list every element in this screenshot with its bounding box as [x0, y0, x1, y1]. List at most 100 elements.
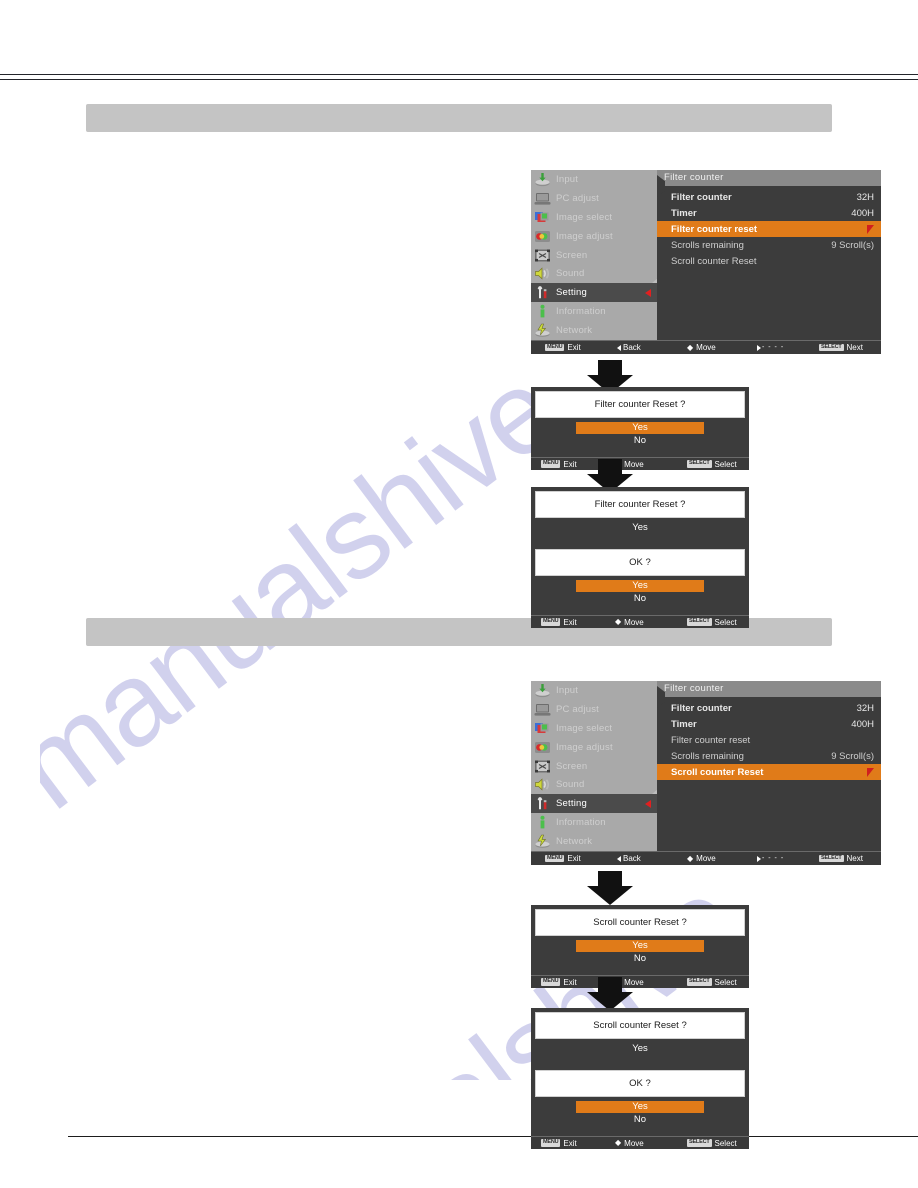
footer-exit[interactable]: MENU Exit [531, 343, 617, 352]
sidebar-item-label: Input [556, 173, 579, 185]
footer-exit-label: Exit [563, 617, 577, 627]
sidebar-item-pc-adjust[interactable]: PC adjust [531, 189, 657, 208]
panel-title: Filter counter [657, 681, 881, 697]
panel-rows[interactable]: Filter counter 32H Timer 400H Filter counter… [657, 186, 881, 269]
sidebar-item-image-select[interactable]: Image select [531, 719, 657, 738]
sidebar-item-image-adjust[interactable]: Image adjust [531, 738, 657, 757]
menu-row-scroll-counter-reset[interactable]: Scroll counter Reset [657, 764, 881, 780]
menu-sidebar[interactable]: Input PC adjust Image select Image adjust Sc… [531, 170, 658, 340]
dialog-option-no[interactable]: No [576, 593, 704, 605]
footer-back[interactable]: Back [617, 854, 687, 863]
menu-key-badge: MENU [545, 854, 565, 863]
dialog-scroll-counter-reset-confirm[interactable]: Scroll counter Reset ? Yes No MENU Exit … [531, 905, 749, 988]
sidebar-item-setting[interactable]: Setting [531, 283, 657, 303]
sidebar-item-pc-adjust[interactable]: PC adjust [531, 700, 657, 719]
dialog-options[interactable]: Yes No [535, 936, 745, 971]
arrow-left-icon [617, 855, 621, 862]
dialog-scroll-counter-reset-answered[interactable]: Scroll counter Reset ? Yes [531, 1008, 749, 1066]
sidebar-item-network[interactable]: Network [531, 321, 657, 340]
dialog-footer: MENU Exit ◆ Move SELECT Select [531, 1136, 749, 1149]
dialog-options[interactable]: Yes No [535, 576, 745, 611]
sidebar-item-screen[interactable]: Screen [531, 757, 657, 776]
dialog-filter-counter-reset-answered[interactable]: Filter counter Reset ? Yes [531, 487, 749, 545]
footer-move[interactable]: ◆ Move [687, 343, 757, 352]
sidebar-item-screen[interactable]: Screen [531, 246, 657, 265]
sidebar-item-label: Image adjust [556, 741, 613, 753]
sidebar-item-label: Image select [556, 211, 613, 223]
network-icon [534, 323, 551, 338]
sidebar-item-sound[interactable]: Sound [531, 264, 657, 283]
pc-adjust-icon [534, 702, 551, 717]
menu-key-badge: MENU [541, 978, 561, 986]
footer-move-label: Move [696, 343, 716, 352]
footer-exit-label: Exit [563, 1138, 577, 1148]
footer-move[interactable]: ◆ Move [615, 618, 687, 627]
arrow-updown-icon: ◆ [615, 1138, 622, 1147]
menu-row-timer[interactable]: Timer 400H [657, 716, 881, 732]
dialog-ok-confirm[interactable]: OK ? Yes No MENU Exit ◆ Move SELECT Sele… [531, 1066, 749, 1149]
menu-sidebar[interactable]: Input PC adjust Image select Image adjust Sc… [531, 681, 658, 851]
panel-rows[interactable]: Filter counter 32H Timer 400H Filter counter… [657, 697, 881, 780]
footer-move[interactable]: ◆ Move [615, 1139, 687, 1148]
footer-exit-label: Exit [567, 343, 581, 352]
dialog-options[interactable]: Yes No [535, 418, 745, 453]
menu-row-label: Filter counter reset [671, 734, 751, 746]
footer-exit[interactable]: MENU Exit [531, 618, 615, 627]
dialog-ok-confirm[interactable]: OK ? Yes No MENU Exit ◆ Move SELECT Sele… [531, 545, 749, 628]
footer-select[interactable]: SELECT Select [687, 618, 737, 627]
dialog-options[interactable]: Yes No [535, 1097, 745, 1132]
sidebar-item-image-adjust[interactable]: Image adjust [531, 227, 657, 246]
dialog-option-yes[interactable]: Yes [576, 422, 704, 434]
sidebar-item-input[interactable]: Input [531, 681, 657, 700]
dialog-option-yes[interactable]: Yes [576, 1101, 704, 1113]
sidebar-item-input[interactable]: Input [531, 170, 657, 189]
dialog-option-no[interactable]: No [576, 953, 704, 965]
menu-row-filter-counter[interactable]: Filter counter 32H [657, 189, 881, 205]
image-adjust-icon [534, 229, 551, 244]
select-key-badge: SELECT [687, 618, 712, 626]
sidebar-item-sound[interactable]: Sound [531, 775, 657, 794]
footer-next[interactable]: SELECT Next [819, 343, 863, 352]
dialog-option-yes[interactable]: Yes [576, 940, 704, 952]
dialog-footer: MENU Exit ◆ Move SELECT Select [531, 615, 749, 628]
sidebar-item-network[interactable]: Network [531, 832, 657, 851]
sidebar-item-information[interactable]: Information [531, 813, 657, 832]
footer-move[interactable]: ◆ Move [687, 854, 757, 863]
menu-row-filter-counter-reset[interactable]: Filter counter reset [657, 732, 881, 748]
sidebar-item-label: Screen [556, 249, 588, 261]
menu-row-timer[interactable]: Timer 400H [657, 205, 881, 221]
menu-row-scrolls-remaining[interactable]: Scrolls remaining 9 Scroll(s) [657, 237, 881, 253]
dialog-filter-counter-reset-confirm[interactable]: Filter counter Reset ? Yes No MENU Exit … [531, 387, 749, 470]
watermark-text: manualshive [40, 343, 581, 835]
footer-exit[interactable]: MENU Exit [531, 1139, 615, 1148]
menu-row-filter-counter[interactable]: Filter counter 32H [657, 700, 881, 716]
footer-exit-label: Exit [567, 854, 581, 863]
osd-menu-scroll-counter-reset[interactable]: Input PC adjust Image select Image adjust Sc… [531, 681, 881, 865]
footer-select[interactable]: SELECT Select [687, 978, 737, 987]
menu-row-scroll-counter-reset[interactable]: Scroll counter Reset [657, 253, 881, 269]
page-top-rule-secondary [0, 79, 918, 80]
menu-row-scrolls-remaining[interactable]: Scrolls remaining 9 Scroll(s) [657, 748, 881, 764]
select-key-badge: SELECT [687, 1139, 712, 1147]
footer-next-label: Next [846, 854, 863, 863]
footer-exit-label: Exit [563, 977, 577, 987]
dialog-option-no[interactable]: No [576, 435, 704, 447]
footer-select[interactable]: SELECT Select [687, 1139, 737, 1148]
dialog-option-yes[interactable]: Yes [576, 580, 704, 592]
osd-menu-filter-counter-reset[interactable]: Input PC adjust Image select Image adjust Sc… [531, 170, 881, 354]
menu-footer: MENU Exit Back ◆ Move - - - - SELECT Nex… [531, 851, 881, 865]
image-select-icon [534, 210, 551, 225]
dialog-option-no[interactable]: No [576, 1114, 704, 1126]
footer-back[interactable]: Back [617, 343, 687, 352]
arrow-left-icon [617, 344, 621, 351]
footer-select[interactable]: SELECT Select [687, 460, 737, 469]
menu-row-label: Scrolls remaining [671, 750, 744, 762]
sidebar-item-setting[interactable]: Setting [531, 794, 657, 814]
sidebar-item-image-select[interactable]: Image select [531, 208, 657, 227]
footer-next-label: Next [846, 343, 863, 352]
footer-dots-label: - - - - [762, 344, 785, 351]
footer-next[interactable]: SELECT Next [819, 854, 863, 863]
menu-row-filter-counter-reset[interactable]: Filter counter reset [657, 221, 881, 237]
footer-exit[interactable]: MENU Exit [531, 854, 617, 863]
sidebar-item-information[interactable]: Information [531, 302, 657, 321]
